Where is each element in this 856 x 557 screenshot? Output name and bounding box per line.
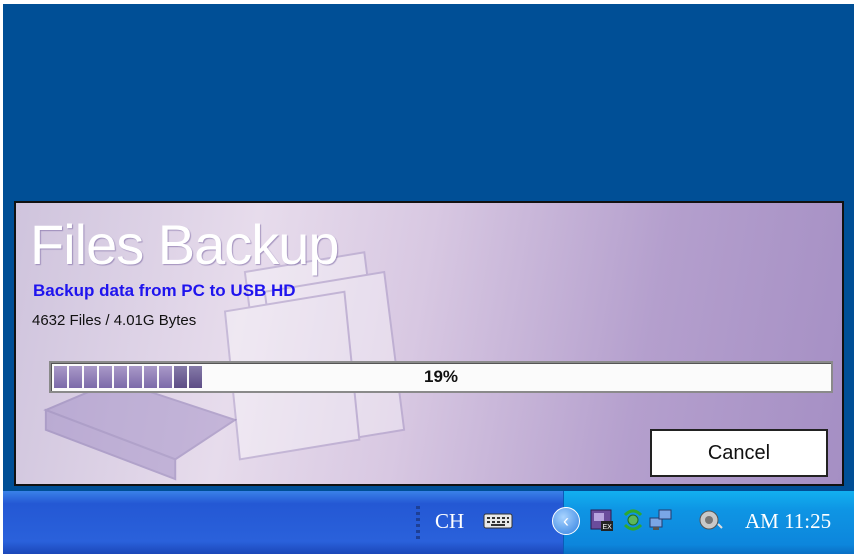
keyboard-icon[interactable] [483, 513, 513, 529]
network-computers-icon[interactable] [648, 507, 674, 533]
file-summary: 4632 Files / 4.01G Bytes [32, 312, 197, 329]
language-indicator[interactable]: CH [435, 509, 464, 534]
audio-speaker-icon[interactable] [698, 507, 724, 533]
network-refresh-icon[interactable] [620, 507, 646, 533]
dialog-subtitle: Backup data from PC to USB HD [33, 281, 296, 300]
progress-percent: 19% [423, 367, 459, 386]
dialog-title: Files Backup [30, 213, 340, 276]
show-hidden-icons-icon[interactable]: ‹ [552, 507, 580, 535]
desktop: Files Backup Backup data from PC to USB … [3, 4, 854, 554]
taskbar: CH ‹ EX AM 11:25 [3, 491, 854, 554]
backup-dialog: Files Backup Backup data from PC to USB … [14, 201, 844, 486]
cancel-button[interactable]: Cancel [650, 429, 828, 477]
svg-text:EX: EX [603, 524, 613, 531]
ex-app-icon[interactable]: EX [589, 507, 615, 533]
clock[interactable]: AM 11:25 [745, 509, 831, 534]
backup-progress-bar: 19% [49, 361, 833, 393]
taskbar-grip[interactable] [416, 506, 420, 540]
